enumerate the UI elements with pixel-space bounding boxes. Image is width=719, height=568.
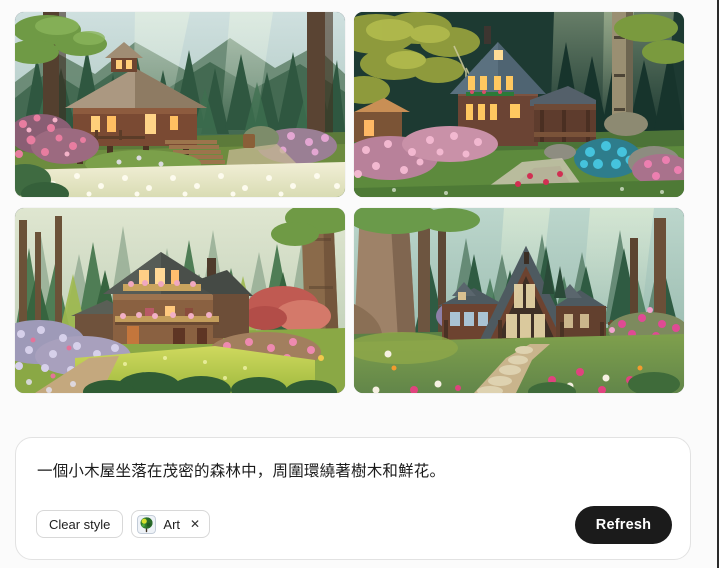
style-controls: Clear style Art ✕ xyxy=(36,510,211,538)
result-image-3[interactable] xyxy=(15,208,345,393)
art-tree-icon xyxy=(137,514,157,534)
results-grid xyxy=(15,12,691,393)
clear-style-button[interactable]: Clear style xyxy=(36,510,124,538)
style-chip-art[interactable]: Art ✕ xyxy=(131,510,211,538)
result-image-2[interactable] xyxy=(354,12,684,197)
result-image-4[interactable] xyxy=(354,208,684,393)
style-chip-label: Art xyxy=(163,516,181,532)
image-generation-screen: 一個小木屋坐落在茂密的森林中，周圍環繞著樹木和鮮花。 Clear style A… xyxy=(0,0,719,568)
refresh-button[interactable]: Refresh xyxy=(575,506,672,544)
result-illustration-4 xyxy=(354,208,684,393)
prompt-input[interactable]: 一個小木屋坐落在茂密的森林中，周圍環繞著樹木和鮮花。 xyxy=(37,460,670,482)
result-illustration-2 xyxy=(354,12,684,197)
result-illustration-1 xyxy=(15,12,345,197)
result-image-1[interactable] xyxy=(15,12,345,197)
close-icon[interactable]: ✕ xyxy=(189,516,201,532)
result-illustration-3 xyxy=(15,208,345,393)
prompt-panel: 一個小木屋坐落在茂密的森林中，周圍環繞著樹木和鮮花。 Clear style A… xyxy=(15,437,691,560)
